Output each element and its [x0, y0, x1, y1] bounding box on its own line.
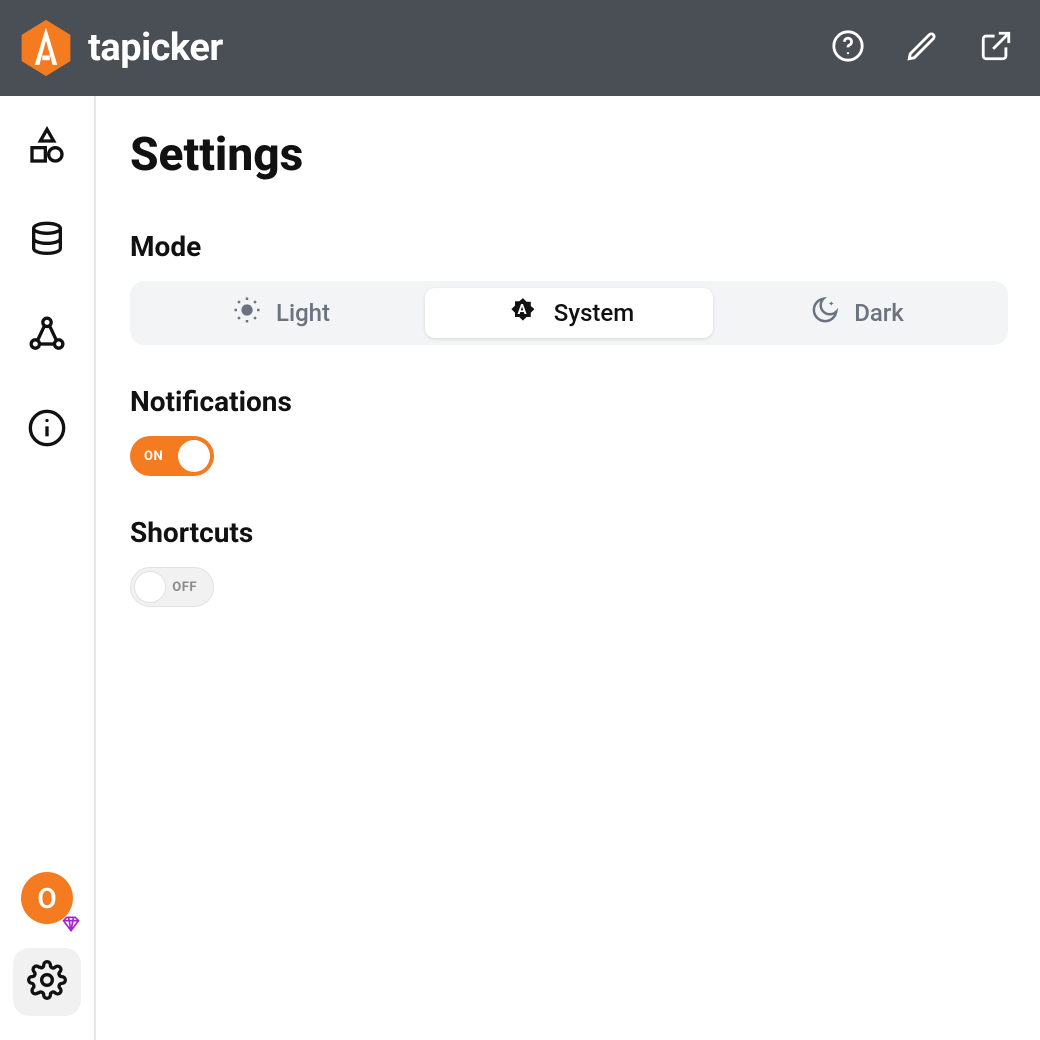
sidebar-item-settings[interactable] [13, 948, 81, 1016]
open-external-icon [979, 29, 1013, 67]
mode-option-system-label: System [554, 299, 634, 327]
moon-icon [810, 295, 840, 331]
mode-option-light[interactable]: Light [137, 288, 425, 338]
shortcuts-section-title: Shortcuts [130, 516, 1008, 549]
avatar-letter: O [37, 882, 56, 915]
mode-option-dark[interactable]: Dark [713, 288, 1001, 338]
main-content: Settings Mode [96, 96, 1040, 1040]
user-avatar[interactable]: O [21, 872, 73, 924]
mode-option-system[interactable]: A System [425, 288, 713, 338]
help-icon [831, 29, 865, 67]
shapes-icon [27, 126, 67, 170]
app-name: tapicker [88, 26, 223, 70]
help-button[interactable] [828, 28, 868, 68]
notifications-toggle-label: ON [144, 449, 163, 464]
gear-icon [27, 960, 67, 1004]
pencil-icon [905, 29, 939, 67]
auto-brightness-icon: A [504, 292, 540, 334]
svg-text:A: A [517, 302, 527, 318]
info-icon [27, 408, 67, 452]
toggle-thumb [178, 440, 210, 472]
sun-icon [232, 295, 262, 331]
open-external-button[interactable] [976, 28, 1016, 68]
webhook-icon [27, 314, 67, 358]
app-header: tapicker [0, 0, 1040, 96]
sidebar-item-info[interactable] [25, 408, 69, 452]
mode-option-dark-label: Dark [854, 299, 904, 327]
notifications-toggle[interactable]: ON [130, 436, 214, 476]
sidebar-item-webhooks[interactable] [25, 314, 69, 358]
shortcuts-toggle[interactable]: OFF [130, 567, 214, 607]
mode-section-title: Mode [130, 230, 1008, 263]
mode-segmented-control: Light A System Dark [130, 281, 1008, 345]
sidebar-item-database[interactable] [25, 220, 69, 264]
notifications-section-title: Notifications [130, 385, 1008, 418]
mode-option-light-label: Light [276, 299, 330, 327]
app-logo[interactable]: tapicker [16, 18, 223, 78]
sidebar-item-shapes[interactable] [25, 126, 69, 170]
sidebar: O [0, 96, 96, 1040]
shortcuts-toggle-label: OFF [172, 580, 197, 595]
toggle-thumb [134, 571, 166, 603]
database-icon [27, 220, 67, 264]
header-actions [828, 28, 1016, 68]
edit-button[interactable] [902, 28, 942, 68]
page-title: Settings [130, 128, 1008, 182]
logo-icon [16, 18, 76, 78]
premium-badge-icon [61, 908, 81, 928]
